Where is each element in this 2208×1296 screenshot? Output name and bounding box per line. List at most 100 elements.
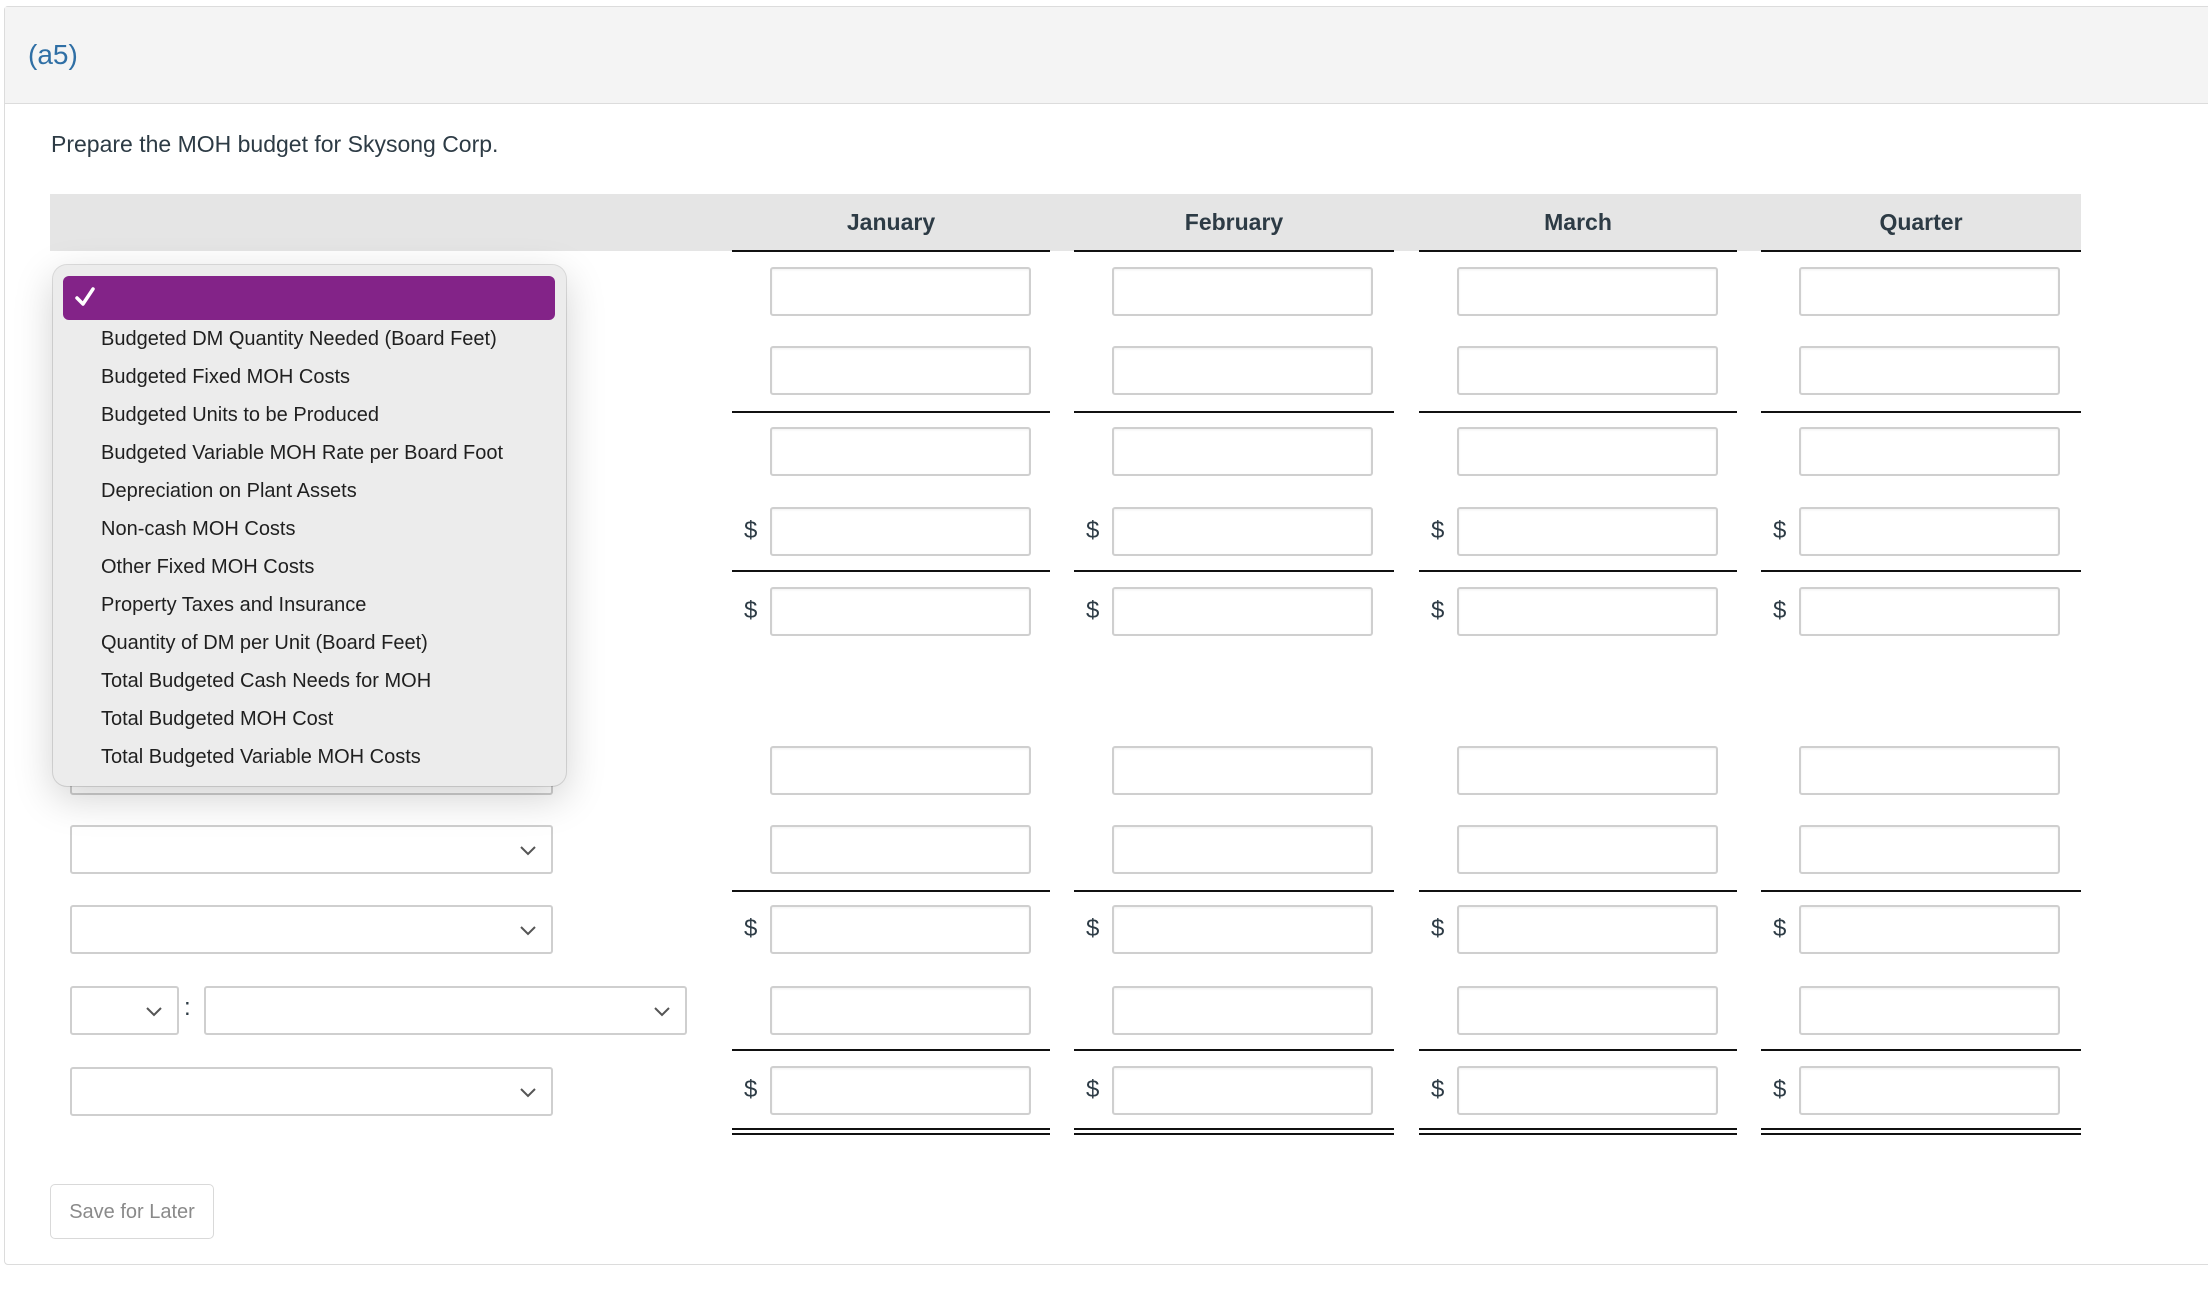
amount-input-row8-quarter[interactable] <box>1799 905 2060 954</box>
amount-input-row2-january[interactable] <box>770 346 1031 395</box>
chevron-down-icon <box>520 926 536 936</box>
amount-input-row4-quarter[interactable] <box>1799 507 2060 556</box>
dropdown-option[interactable]: Budgeted Units to be Produced <box>101 396 379 434</box>
colon-separator: : <box>184 994 191 1021</box>
amount-input-row1-january[interactable] <box>770 267 1031 316</box>
row-label-select-10[interactable] <box>70 1067 553 1116</box>
amount-input-row9-quarter[interactable] <box>1799 986 2060 1035</box>
dropdown-option[interactable]: Quantity of DM per Unit (Board Feet) <box>101 624 428 662</box>
dollar-sign: $ <box>744 517 758 544</box>
amount-input-row5-march[interactable] <box>1457 587 1718 636</box>
dollar-sign: $ <box>1773 597 1787 624</box>
chevron-down-icon <box>520 1088 536 1098</box>
amount-input-row5-january[interactable] <box>770 587 1031 636</box>
subtotal-rule <box>1761 890 2081 892</box>
amount-input-row1-march[interactable] <box>1457 267 1718 316</box>
amount-input-row3-march[interactable] <box>1457 427 1718 476</box>
amount-input-row2-march[interactable] <box>1457 346 1718 395</box>
dollar-sign: $ <box>1773 915 1787 942</box>
amount-input-row6-quarter[interactable] <box>1799 746 2060 795</box>
amount-input-row1-quarter[interactable] <box>1799 267 2060 316</box>
dropdown-selected-option[interactable] <box>63 276 555 320</box>
dropdown-option[interactable]: Budgeted DM Quantity Needed (Board Feet) <box>101 320 497 358</box>
save-for-later-button[interactable]: Save for Later <box>50 1184 214 1239</box>
dollar-sign: $ <box>744 1076 758 1103</box>
amount-input-row9-march[interactable] <box>1457 986 1718 1035</box>
subtotal-rule <box>732 411 1050 413</box>
subtotal-rule <box>1074 570 1394 572</box>
amount-input-row1-february[interactable] <box>1112 267 1373 316</box>
amount-input-row10-march[interactable] <box>1457 1066 1718 1115</box>
column-header-march: March <box>1544 209 1612 235</box>
subtotal-rule <box>1419 1049 1737 1051</box>
amount-input-row10-quarter[interactable] <box>1799 1066 2060 1115</box>
row-label-select-7[interactable] <box>70 825 553 874</box>
subtotal-rule <box>1419 890 1737 892</box>
column-header-february: February <box>1184 209 1284 235</box>
amount-input-row10-january[interactable] <box>770 1066 1031 1115</box>
amount-input-row6-february[interactable] <box>1112 746 1373 795</box>
amount-input-row5-quarter[interactable] <box>1799 587 2060 636</box>
subtotal-rule <box>732 1049 1050 1051</box>
subtotal-rule <box>1074 1049 1394 1051</box>
amount-input-row8-february[interactable] <box>1112 905 1373 954</box>
subtotal-rule <box>1419 570 1737 572</box>
amount-input-row7-january[interactable] <box>770 825 1031 874</box>
subtotal-rule <box>1761 1049 2081 1051</box>
total-double-rule <box>732 1128 1050 1135</box>
amount-input-row3-january[interactable] <box>770 427 1031 476</box>
amount-input-row3-february[interactable] <box>1112 427 1373 476</box>
chevron-down-icon <box>520 846 536 856</box>
dollar-sign: $ <box>1086 915 1100 942</box>
subtotal-rule <box>732 890 1050 892</box>
amount-input-row8-march[interactable] <box>1457 905 1718 954</box>
amount-input-row5-february[interactable] <box>1112 587 1373 636</box>
amount-input-row3-quarter[interactable] <box>1799 427 2060 476</box>
dollar-sign: $ <box>744 915 758 942</box>
dollar-sign: $ <box>1431 1076 1445 1103</box>
amount-input-row6-march[interactable] <box>1457 746 1718 795</box>
amount-input-row4-february[interactable] <box>1112 507 1373 556</box>
row-prefix-select-9[interactable] <box>70 986 179 1035</box>
amount-input-row7-february[interactable] <box>1112 825 1373 874</box>
dropdown-option[interactable]: Total Budgeted Variable MOH Costs <box>101 738 421 776</box>
question-prompt: Prepare the MOH budget for Skysong Corp. <box>51 131 499 157</box>
dollar-sign: $ <box>1431 597 1445 624</box>
amount-input-row9-february[interactable] <box>1112 986 1373 1035</box>
dropdown-option[interactable]: Depreciation on Plant Assets <box>101 472 357 510</box>
dropdown-option[interactable]: Total Budgeted MOH Cost <box>101 700 333 738</box>
dropdown-option[interactable]: Non-cash MOH Costs <box>101 510 296 548</box>
amount-input-row9-january[interactable] <box>770 986 1031 1035</box>
amount-input-row8-january[interactable] <box>770 905 1031 954</box>
amount-input-row2-february[interactable] <box>1112 346 1373 395</box>
subtotal-rule <box>1074 411 1394 413</box>
subtotal-rule <box>1074 890 1394 892</box>
header-underline-march <box>1419 250 1737 252</box>
chevron-down-icon <box>654 1007 670 1017</box>
amount-input-row4-january[interactable] <box>770 507 1031 556</box>
amount-input-row6-january[interactable] <box>770 746 1031 795</box>
header-underline-january <box>732 250 1050 252</box>
amount-input-row4-march[interactable] <box>1457 507 1718 556</box>
column-header-quarter: Quarter <box>1879 209 1963 235</box>
total-double-rule <box>1074 1128 1394 1135</box>
dollar-sign: $ <box>744 597 758 624</box>
dropdown-option[interactable]: Other Fixed MOH Costs <box>101 548 314 586</box>
panel-header: (a5) <box>5 7 2208 104</box>
amount-input-row7-march[interactable] <box>1457 825 1718 874</box>
amount-input-row7-quarter[interactable] <box>1799 825 2060 874</box>
dropdown-option[interactable]: Budgeted Variable MOH Rate per Board Foo… <box>101 434 503 472</box>
dollar-sign: $ <box>1086 597 1100 624</box>
dropdown-option[interactable]: Property Taxes and Insurance <box>101 586 366 624</box>
dropdown-option[interactable]: Total Budgeted Cash Needs for MOH <box>101 662 431 700</box>
amount-input-row10-february[interactable] <box>1112 1066 1373 1115</box>
amount-input-row2-quarter[interactable] <box>1799 346 2060 395</box>
subtotal-rule <box>1761 411 2081 413</box>
dropdown-option[interactable]: Budgeted Fixed MOH Costs <box>101 358 350 396</box>
row-label-select-8[interactable] <box>70 905 553 954</box>
dollar-sign: $ <box>1773 517 1787 544</box>
column-header-january: January <box>846 209 936 235</box>
check-icon <box>75 287 95 306</box>
row-label-select-9[interactable] <box>204 986 687 1035</box>
header-underline-february <box>1074 250 1394 252</box>
